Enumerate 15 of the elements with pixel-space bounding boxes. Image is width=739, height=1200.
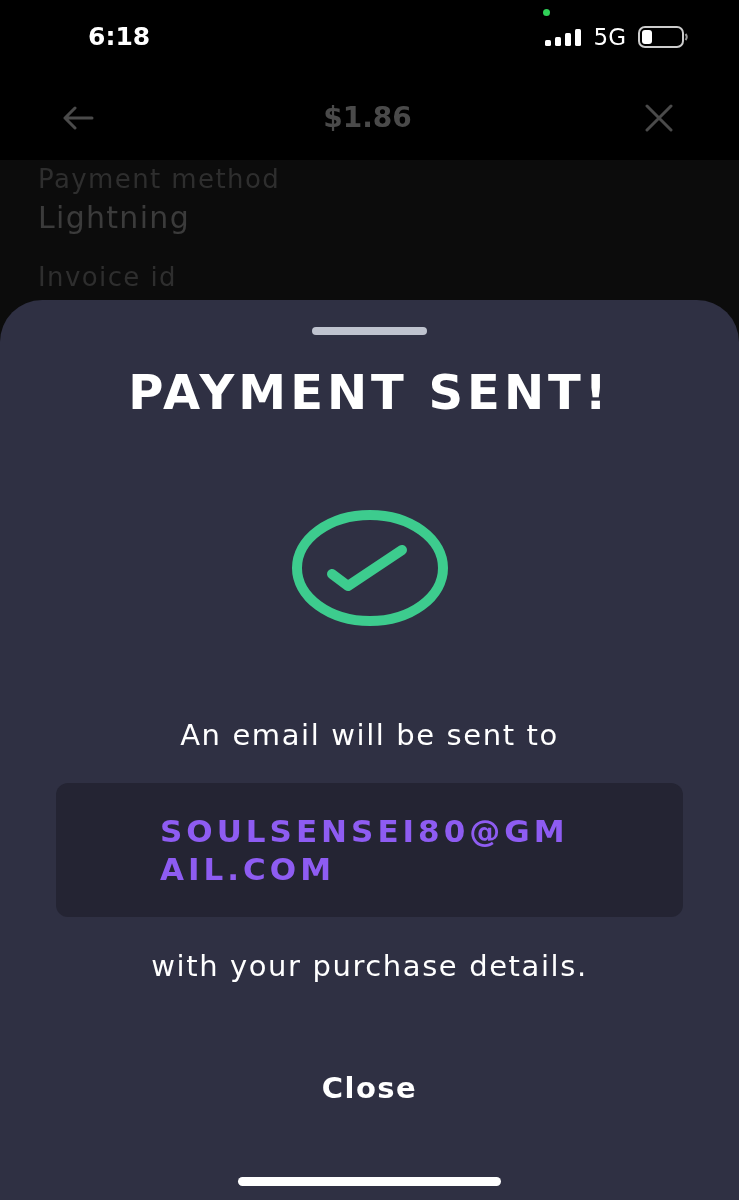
status-time: 6:18 [88,22,151,52]
indicator-dot-icon [542,9,550,16]
drag-handle[interactable] [312,327,427,335]
message-text: with your purchase details. [151,950,588,982]
battery-icon [638,26,688,48]
sheet-title: PAYMENT SENT! [128,367,611,417]
close-button[interactable]: Close [309,1060,430,1116]
back-arrow-icon[interactable] [62,105,94,130]
check-circle-icon [289,508,450,628]
close-icon[interactable] [645,103,673,132]
amount-title: $1.86 [323,100,412,135]
signal-icon [544,28,582,46]
network-label: 5G [593,24,626,50]
email-address: SOULSENSEI80@GMAIL.COM [160,812,570,888]
message-text: An email will be sent to [180,719,559,751]
